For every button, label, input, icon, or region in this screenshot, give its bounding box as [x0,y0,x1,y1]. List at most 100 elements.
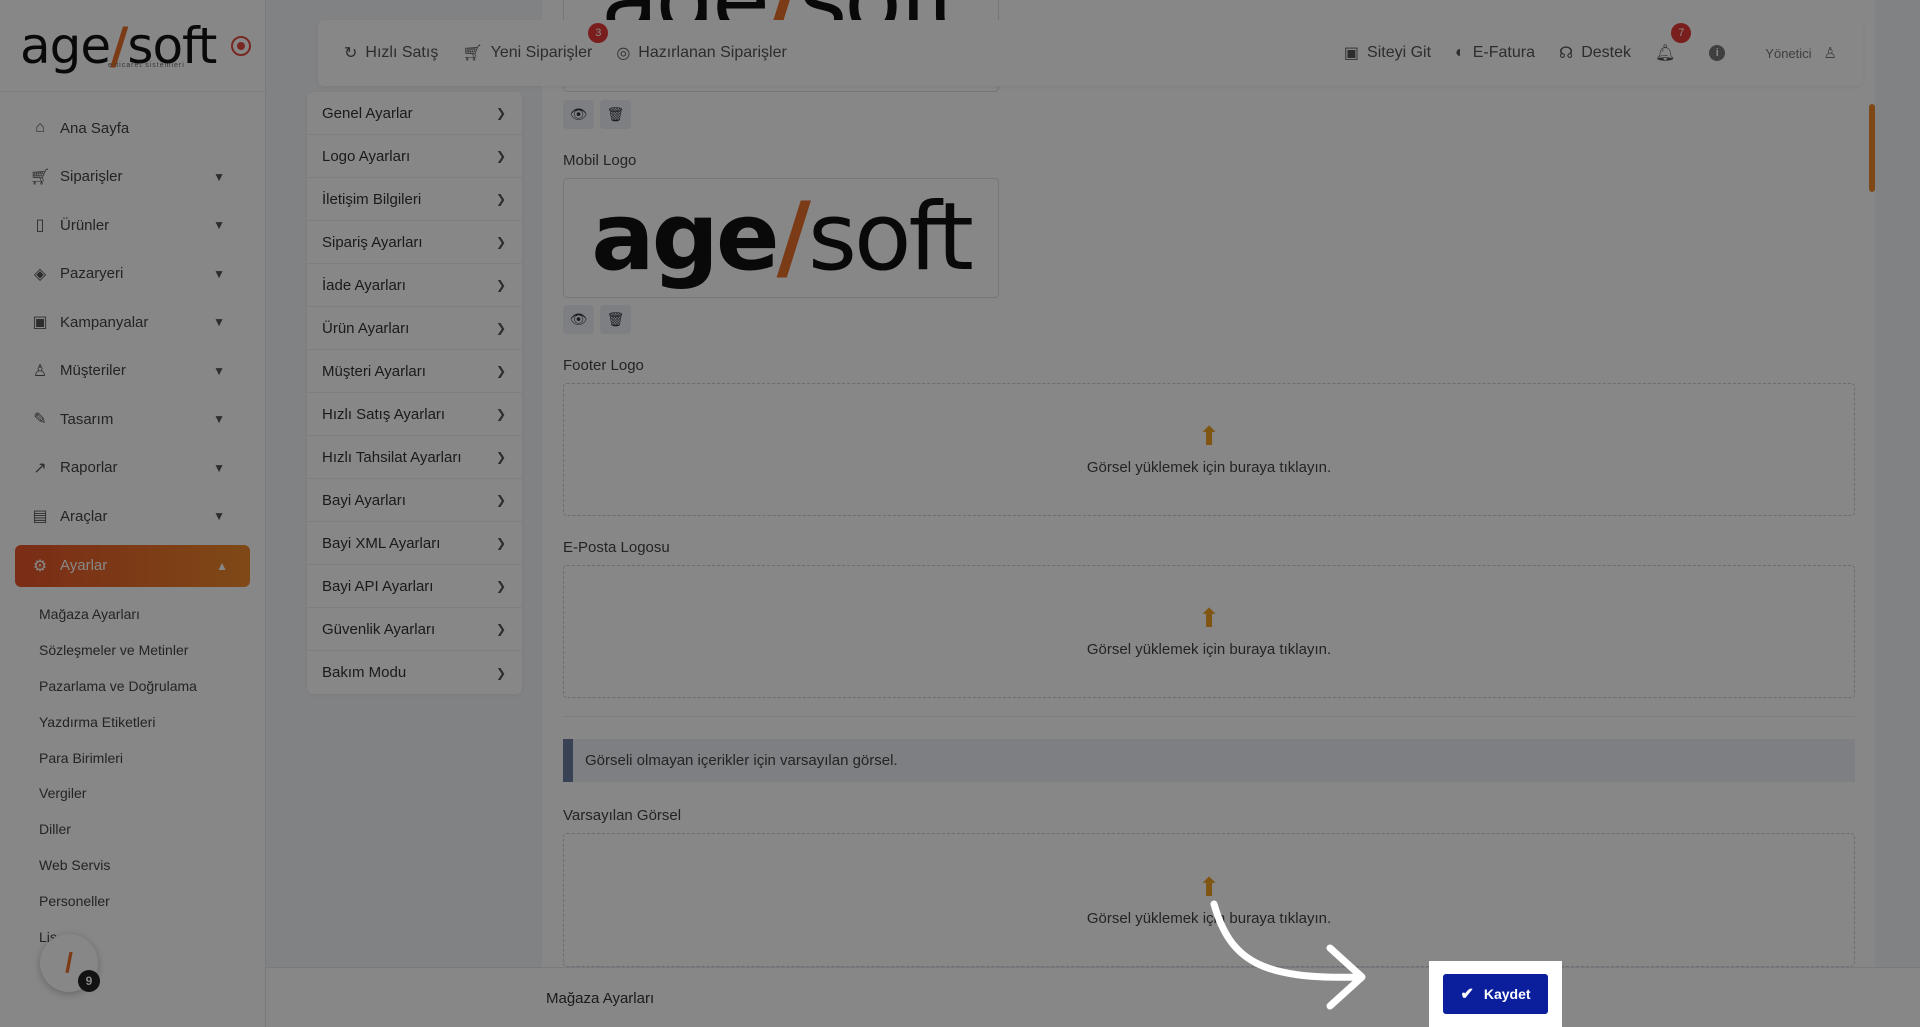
submenu-item[interactable]: Web Servis [0,847,265,883]
submenu-item[interactable]: Diller [0,811,265,847]
user-menu[interactable]: Yönetici ♙ [1765,44,1837,62]
brand-name-part1: age [20,16,111,75]
sidebar-item-araclar[interactable]: ▤ Araçlar ▼ [0,492,265,541]
submenu-item[interactable]: Para Birimleri [0,740,265,776]
email-logo-dropzone[interactable]: ⬆ Görsel yüklemek için buraya tıklayın. [563,565,1855,698]
submenu-item[interactable]: Pazarlama ve Doğrulama [0,668,265,704]
scrollbar-thumb[interactable] [1869,104,1875,192]
chevron-right-icon: ❯ [495,450,506,464]
chevron-right-icon: ❯ [495,235,506,249]
default-image-info: Görseli olmayan içerikler için varsayıla… [563,739,1855,782]
user-icon: ♙ [32,362,48,380]
submenu-item[interactable]: Mağaza Ayarları [0,597,265,633]
sidebar-item-label: Tasarım [60,410,114,428]
preparing-orders-link[interactable]: ◎ Hazırlanan Siparişler [616,43,786,63]
e-invoice-link[interactable]: ◐ E-Fatura [1455,44,1535,62]
mobile-logo-label: Mobil Logo [563,152,637,169]
notifications-button[interactable]: 🔔︎ 7 [1655,23,1692,63]
mobile-logo-preview[interactable]: age/soft [563,178,999,298]
preview-eye-icon[interactable]: 👁︎ [563,100,594,129]
chevron-right-icon: ❯ [495,536,506,550]
brand-name-part1: age [591,183,779,292]
preview-eye-icon[interactable]: 👁︎ [563,305,594,334]
chevron-right-icon: ❯ [495,192,506,206]
chevron-down-icon: ▼ [213,509,225,524]
headset-icon: ☊ [1558,45,1574,62]
submenu-item[interactable]: Personeller [0,883,265,919]
sidebar-item-label: Raporlar [60,459,118,477]
floating-assistant-button[interactable]: / 9 [40,934,100,992]
submenu-item[interactable]: Vergiler [0,775,265,811]
sidebar-item-urunler[interactable]: ▯ Ürünler ▼ [0,201,265,250]
sidebar-item-siparisler[interactable]: 🛒︎ Siparişler ▼ [0,153,265,202]
submenu-item[interactable]: Sözleşmeler ve Metinler [0,632,265,668]
chevron-right-icon: ❯ [495,321,506,335]
chevron-down-icon: ▼ [213,218,225,233]
sidebar-item-label: Araçlar [60,507,108,525]
chevron-right-icon: ❯ [495,579,506,593]
settings-item-siparis-ayarlari[interactable]: Sipariş Ayarları ❯ [307,221,522,264]
go-site-link[interactable]: ▣ Siteyi Git [1344,43,1431,63]
sidebar-item-ayarlar[interactable]: ⚙ Ayarlar ▲ [15,544,250,587]
settings-item-iletisim-bilgileri[interactable]: İletişim Bilgileri ❯ [307,178,522,221]
cart-icon: 🛒︎ [462,45,483,62]
settings-item-iade-ayarlari[interactable]: İade Ayarları ❯ [307,264,522,307]
settings-item-guvenlik-ayarlari[interactable]: Güvenlik Ayarları ❯ [307,608,522,651]
brand-logo[interactable]: age/soft e-ticaret sistemleri [0,0,265,92]
settings-item-urun-ayarlari[interactable]: Ürün Ayarları ❯ [307,307,522,350]
chevron-down-icon: ▼ [213,169,225,184]
footer-title: Mağaza Ayarları [546,990,655,1007]
save-highlight: ✔ Kaydet [1429,961,1562,1027]
settings-item-bayi-api-ayarlari[interactable]: Bayi API Ayarları ❯ [307,565,522,608]
save-button[interactable]: ✔ Kaydet [1443,974,1548,1014]
sidebar-item-pazaryeri[interactable]: ◈ Pazaryeri ▼ [0,250,265,299]
chevron-right-icon: ❯ [495,493,506,507]
sidebar-item-musteriler[interactable]: ♙ Müşteriler ▼ [0,347,265,396]
chevron-down-icon: ▼ [213,315,225,330]
sidebar-item-label: Ana Sayfa [60,119,130,137]
chevron-down-icon: ▼ [213,363,225,378]
settings-item-bayi-ayarlari[interactable]: Bayi Ayarları ❯ [307,479,522,522]
chart-icon: ↗ [33,459,47,477]
chevron-down-icon: ▼ [213,266,225,281]
sidebar-item-ana-sayfa[interactable]: ⌂ Ana Sayfa [0,104,265,153]
home-icon: ⌂ [35,119,45,137]
footer-bar: Mağaza Ayarları [266,967,1920,1027]
quick-sale-link[interactable]: ↻ Hızlı Satış [344,43,438,63]
settings-item-bayi-xml-ayarlari[interactable]: Bayi XML Ayarları ❯ [307,522,522,565]
chevron-right-icon: ❯ [495,106,506,120]
info-icon[interactable]: i [1709,45,1726,61]
sidebar: age/soft e-ticaret sistemleri ⌂ Ana Sayfa… [0,0,266,1027]
sidebar-item-kampanyalar[interactable]: ▣ Kampanyalar ▼ [0,298,265,347]
chevron-down-icon: ▼ [213,460,225,475]
quick-sale-icon: ↻ [344,45,358,62]
upload-text: Görsel yüklemek için buraya tıklayın. [1086,459,1332,476]
settings-item-logo-ayarlari[interactable]: Logo Ayarları ❯ [307,135,522,178]
clipboard-icon: ▤ [32,508,48,526]
upload-icon: ⬆ [1198,871,1220,902]
sidebar-item-label: Ayarlar [60,557,108,574]
gift-icon: ▣ [32,314,48,332]
cart-icon: 🛒︎ [29,168,51,186]
settings-item-musteri-ayarlari[interactable]: Müşteri Ayarları ❯ [307,350,522,393]
delete-trash-icon[interactable]: 🗑︎ [600,100,631,129]
sidebar-item-raporlar[interactable]: ↗ Raporlar ▼ [0,444,265,493]
mobile-logo-actions: 👁︎ 🗑︎ [563,305,631,334]
new-orders-link[interactable]: 🛒︎ Yeni Siparişler 3 [462,23,609,63]
submenu-item[interactable]: Lis [0,919,265,955]
invoice-icon: ◐ [1455,44,1465,61]
chevron-right-icon: ❯ [495,665,506,680]
settings-item-bakim-modu[interactable]: Bakım Modu ❯ [307,651,522,694]
email-logo-label: E-Posta Logosu [563,539,670,556]
package-icon: ◎ [616,45,631,62]
settings-item-genel-ayarlar[interactable]: Genel Ayarlar ❯ [307,92,522,135]
sidebar-item-tasarim[interactable]: ✎ Tasarım ▼ [0,395,265,444]
chevron-right-icon: ❯ [495,364,506,378]
submenu-item[interactable]: Yazdırma Etiketleri [0,704,265,740]
settings-item-hizli-satis-ayarlari[interactable]: Hızlı Satış Ayarları ❯ [307,393,522,436]
footer-logo-dropzone[interactable]: ⬆ Görsel yüklemek için buraya tıklayın. [563,383,1855,516]
settings-item-hizli-tahsilat-ayarlari[interactable]: Hızlı Tahsilat Ayarları ❯ [307,436,522,479]
sidebar-toggle-icon[interactable] [231,36,251,56]
support-link[interactable]: ☊ Destek [1559,43,1631,63]
delete-trash-icon[interactable]: 🗑︎ [600,305,631,334]
